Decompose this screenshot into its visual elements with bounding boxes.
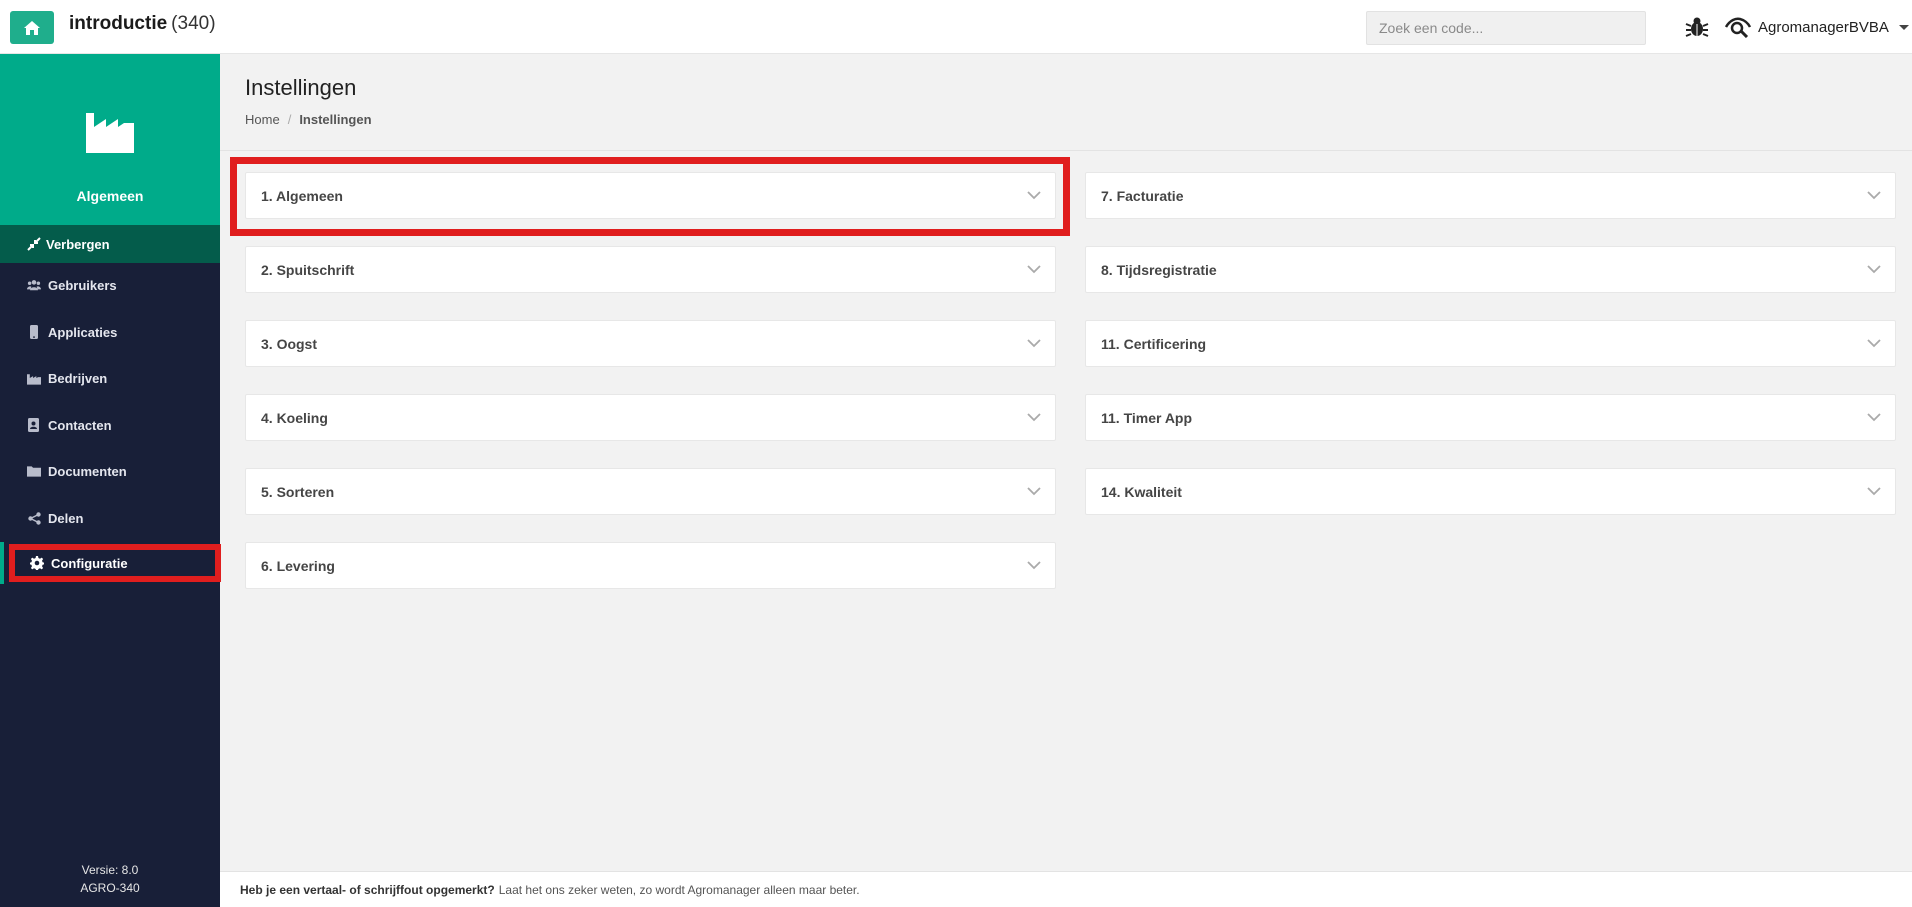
mobile-icon bbox=[27, 325, 41, 339]
sidebar-item-label: Contacten bbox=[48, 417, 112, 433]
panel-title: 11. Timer App bbox=[1101, 409, 1193, 426]
panel-title: 3. Oogst bbox=[261, 335, 318, 352]
panel-sorteren[interactable]: 5. Sorteren bbox=[245, 468, 1056, 515]
app-title: introductie (340) bbox=[69, 13, 216, 35]
top-bar: introductie(340) AgromanagerBVBA bbox=[0, 0, 1912, 54]
chevron-down-icon bbox=[1027, 339, 1041, 348]
chevron-down-icon bbox=[1867, 191, 1881, 200]
footer-question: Heb je een vertaal- of schrijffout opgem… bbox=[240, 882, 495, 897]
panel-facturatie[interactable]: 7. Facturatie bbox=[1085, 172, 1896, 219]
sidebar-item-contacten[interactable]: Contacten bbox=[0, 406, 220, 444]
industry-icon bbox=[27, 371, 41, 385]
version-number: Versie: 8.0 bbox=[81, 863, 139, 877]
sidebar: Algemeen Verbergen Gebruikers Applicatie… bbox=[0, 54, 221, 907]
panel-title: 7. Facturatie bbox=[1101, 187, 1184, 204]
chevron-down-icon bbox=[1898, 24, 1909, 30]
sidebar-item-label: Delen bbox=[48, 510, 84, 526]
app-title-name: introductie bbox=[69, 13, 168, 34]
sidebar-item-bedrijven[interactable]: Bedrijven bbox=[0, 359, 220, 397]
sidebar-item-delen[interactable]: Delen bbox=[0, 499, 220, 537]
user-menu[interactable]: AgromanagerBVBA bbox=[1724, 14, 1909, 40]
chevron-down-icon bbox=[1027, 265, 1041, 274]
industry-icon bbox=[86, 113, 134, 153]
sidebar-item-applicaties[interactable]: Applicaties bbox=[0, 313, 220, 351]
panel-title: 11. Certificering bbox=[1101, 335, 1207, 352]
sidebar-header-label: Algemeen bbox=[76, 188, 144, 204]
panel-title: 14. Kwaliteit bbox=[1101, 483, 1182, 500]
page-header: Instellingen Home / Instellingen bbox=[220, 54, 1912, 151]
panel-title: 4. Koeling bbox=[261, 409, 328, 426]
panel-timer-app[interactable]: 11. Timer App bbox=[1085, 394, 1896, 441]
panel-title: 8. Tijdsregistratie bbox=[1101, 261, 1217, 278]
chevron-down-icon bbox=[1867, 339, 1881, 348]
panel-title: 5. Sorteren bbox=[261, 483, 335, 500]
panel-spuitschrift[interactable]: 2. Spuitschrift bbox=[245, 246, 1056, 293]
hide-sidebar-label: Verbergen bbox=[46, 236, 110, 252]
sidebar-item-gebruikers[interactable]: Gebruikers bbox=[0, 266, 220, 304]
bug-icon[interactable] bbox=[1685, 16, 1709, 38]
sidebar-header: Algemeen bbox=[0, 54, 220, 225]
footer-text: Laat het ons zeker weten, zo wordt Agrom… bbox=[498, 882, 860, 897]
search-input[interactable] bbox=[1366, 11, 1646, 45]
compress-icon bbox=[27, 237, 41, 251]
sidebar-item-label: Configuratie bbox=[51, 555, 128, 571]
highlight-box bbox=[230, 157, 1070, 236]
chevron-down-icon bbox=[1867, 487, 1881, 496]
breadcrumb-current: Instellingen bbox=[299, 112, 372, 127]
panel-oogst[interactable]: 3. Oogst bbox=[245, 320, 1056, 367]
page-title: Instellingen bbox=[245, 75, 357, 100]
chevron-down-icon bbox=[1027, 487, 1041, 496]
panel-kwaliteit[interactable]: 14. Kwaliteit bbox=[1085, 468, 1896, 515]
chevron-down-icon bbox=[1867, 265, 1881, 274]
app-title-count: (340) bbox=[171, 13, 216, 34]
sidebar-item-configuratie-wrapper: Configuratie bbox=[0, 542, 221, 584]
version-info: Versie: 8.0 AGRO-340 bbox=[0, 861, 220, 897]
sidebar-item-label: Gebruikers bbox=[48, 277, 117, 293]
sidebar-item-configuratie[interactable]: Configuratie bbox=[4, 544, 224, 582]
panel-title: 2. Spuitschrift bbox=[261, 261, 355, 278]
users-icon bbox=[27, 278, 41, 292]
chevron-down-icon bbox=[1027, 413, 1041, 422]
gear-icon bbox=[30, 556, 44, 570]
chevron-down-icon bbox=[1027, 561, 1041, 570]
user-eye-icon bbox=[1724, 17, 1752, 38]
home-icon bbox=[24, 20, 40, 35]
home-button[interactable] bbox=[10, 11, 54, 44]
breadcrumb-home[interactable]: Home bbox=[245, 112, 280, 127]
breadcrumb-separator: / bbox=[287, 112, 292, 127]
panel-title: 6. Levering bbox=[261, 557, 335, 574]
panel-koeling[interactable]: 4. Koeling bbox=[245, 394, 1056, 441]
breadcrumb: Home / Instellingen bbox=[245, 112, 372, 127]
sidebar-item-label: Bedrijven bbox=[48, 370, 108, 386]
build-code: AGRO-340 bbox=[80, 881, 140, 895]
folder-icon bbox=[27, 464, 41, 478]
chevron-down-icon bbox=[1867, 413, 1881, 422]
sidebar-item-documenten[interactable]: Documenten bbox=[0, 452, 220, 490]
panel-certificering[interactable]: 11. Certificering bbox=[1085, 320, 1896, 367]
footer: Heb je een vertaal- of schrijffout opgem… bbox=[220, 871, 1912, 907]
user-name: AgromanagerBVBA bbox=[1758, 18, 1889, 36]
panel-tijdsregistratie[interactable]: 8. Tijdsregistratie bbox=[1085, 246, 1896, 293]
sidebar-item-label: Applicaties bbox=[48, 324, 118, 340]
sidebar-item-label: Documenten bbox=[48, 463, 127, 479]
share-icon bbox=[27, 511, 41, 525]
panel-levering[interactable]: 6. Levering bbox=[245, 542, 1056, 589]
hide-sidebar-button[interactable]: Verbergen bbox=[0, 225, 220, 263]
address-book-icon bbox=[27, 418, 41, 432]
